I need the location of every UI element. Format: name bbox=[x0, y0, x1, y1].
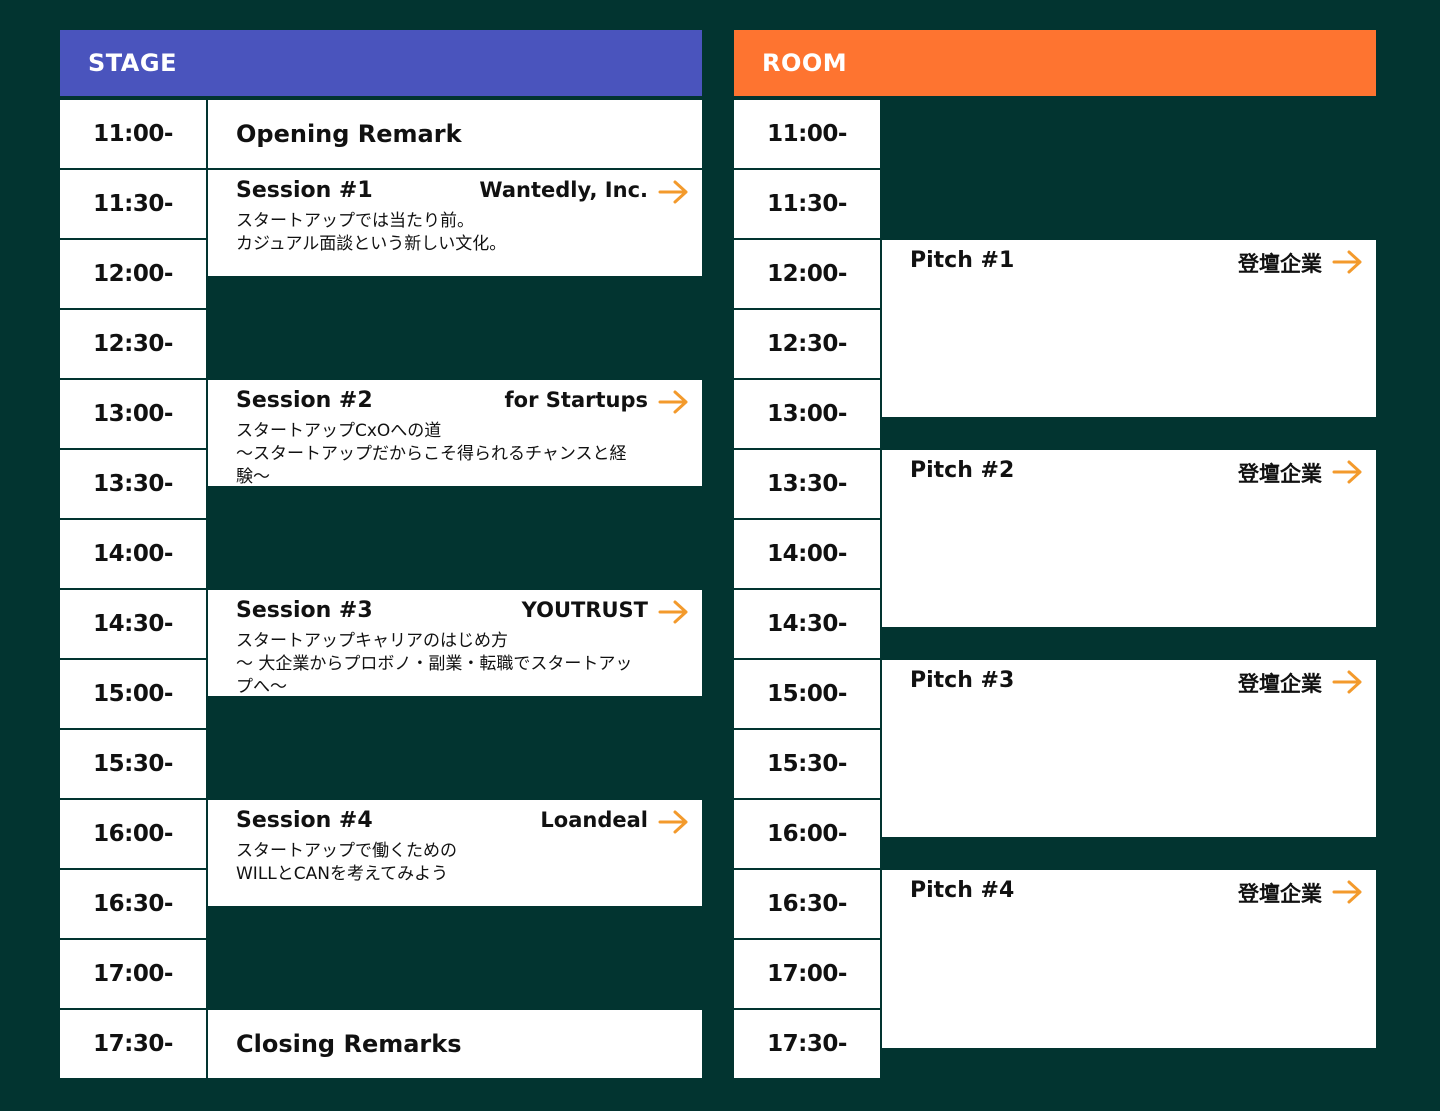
room-time-slot: 15:30- bbox=[734, 730, 880, 798]
arrow-right-icon[interactable] bbox=[658, 179, 690, 205]
stage-time-slot: 16:00- bbox=[60, 800, 206, 868]
pitch-card[interactable]: Pitch #3 登壇企業 bbox=[882, 660, 1376, 837]
session-title: Session #4 bbox=[236, 808, 373, 833]
room-time-slot: 13:30- bbox=[734, 450, 880, 518]
room-time-slot: 16:30- bbox=[734, 870, 880, 938]
room-time-slot: 11:30- bbox=[734, 170, 880, 238]
pitch-title: Pitch #4 bbox=[910, 878, 1015, 903]
stage-time-slot: 11:00- bbox=[60, 100, 206, 168]
arrow-right-icon[interactable] bbox=[1332, 879, 1364, 905]
stage-time-slot: 12:00- bbox=[60, 240, 206, 308]
closing-remarks-title: Closing Remarks bbox=[236, 1030, 462, 1058]
stage-time-slot: 13:30- bbox=[60, 450, 206, 518]
arrow-right-icon[interactable] bbox=[658, 389, 690, 415]
stage-time-slot: 14:00- bbox=[60, 520, 206, 588]
arrow-right-icon[interactable] bbox=[658, 809, 690, 835]
stage-time-slot: 16:30- bbox=[60, 870, 206, 938]
session-company: YOUTRUST bbox=[521, 598, 648, 622]
arrow-right-icon[interactable] bbox=[1332, 459, 1364, 485]
stage-time-slot: 12:30- bbox=[60, 310, 206, 378]
pitch-company: 登壇企業 bbox=[1238, 252, 1322, 276]
room-time-slot: 16:00- bbox=[734, 800, 880, 868]
session-card[interactable]: Session #2 for Startups スタートアップCxOへの道 〜ス… bbox=[208, 380, 702, 486]
pitch-title: Pitch #2 bbox=[910, 458, 1015, 483]
session-description-line: スタートアップキャリアのはじめ方 bbox=[236, 631, 508, 651]
session-card[interactable]: Session #3 YOUTRUST スタートアップキャリアのはじめ方 〜 大… bbox=[208, 590, 702, 696]
pitch-company: 登壇企業 bbox=[1238, 462, 1322, 486]
stage-time-slot: 15:30- bbox=[60, 730, 206, 798]
session-description-line: スタートアップCxOへの道 bbox=[236, 421, 442, 441]
pitch-company: 登壇企業 bbox=[1238, 672, 1322, 696]
stage-time-slot: 11:30- bbox=[60, 170, 206, 238]
room-time-slot: 17:00- bbox=[734, 940, 880, 1008]
session-description-line: 〜スタートアップだからこそ得られるチャンスと経 bbox=[236, 444, 627, 464]
opening-remark-title: Opening Remark bbox=[236, 120, 462, 148]
room-time-slot: 12:30- bbox=[734, 310, 880, 378]
pitch-card[interactable]: Pitch #4 登壇企業 bbox=[882, 870, 1376, 1048]
session-company: for Startups bbox=[504, 388, 648, 412]
session-card[interactable]: Session #4 Loandeal スタートアップで働くための WILLとC… bbox=[208, 800, 702, 906]
stage-header: STAGE bbox=[60, 30, 702, 96]
session-card[interactable]: Session #1 Wantedly, Inc. スタートアップでは当たり前。… bbox=[208, 170, 702, 276]
stage-time-slot: 17:30- bbox=[60, 1010, 206, 1078]
room-time-slot: 14:30- bbox=[734, 590, 880, 658]
opening-remark-block: Opening Remark bbox=[208, 100, 702, 168]
session-description-line: 験〜 bbox=[236, 467, 270, 484]
session-description-line: 〜 大企業からプロボノ・副業・転職でスタートアッ bbox=[236, 654, 633, 674]
session-description: スタートアップで働くための WILLとCANを考えてみよう bbox=[236, 840, 686, 886]
stage-time-slot: 13:00- bbox=[60, 380, 206, 448]
room-time-slot: 17:30- bbox=[734, 1010, 880, 1078]
session-description-line: カジュアル面談という新しい文化。 bbox=[236, 234, 507, 254]
room-time-slot: 12:00- bbox=[734, 240, 880, 308]
pitch-company: 登壇企業 bbox=[1238, 882, 1322, 906]
pitch-title: Pitch #3 bbox=[910, 668, 1015, 693]
room-time-slot: 13:00- bbox=[734, 380, 880, 448]
pitch-card[interactable]: Pitch #2 登壇企業 bbox=[882, 450, 1376, 627]
stage-time-slot: 15:00- bbox=[60, 660, 206, 728]
arrow-right-icon[interactable] bbox=[1332, 249, 1364, 275]
session-description-line: WILLとCANを考えてみよう bbox=[236, 864, 449, 884]
session-description: スタートアップキャリアのはじめ方 〜 大企業からプロボノ・副業・転職でスタートア… bbox=[236, 630, 686, 694]
session-company: Wantedly, Inc. bbox=[479, 178, 648, 202]
closing-remarks-block: Closing Remarks bbox=[208, 1010, 702, 1078]
session-description: スタートアップでは当たり前。 カジュアル面談という新しい文化。 bbox=[236, 210, 686, 256]
arrow-right-icon[interactable] bbox=[1332, 669, 1364, 695]
room-header: ROOM bbox=[734, 30, 1376, 96]
session-description-line: スタートアップでは当たり前。 bbox=[236, 211, 474, 231]
stage-time-slot: 14:30- bbox=[60, 590, 206, 658]
session-description-line: スタートアップで働くための bbox=[236, 841, 457, 861]
session-title: Session #2 bbox=[236, 388, 373, 413]
session-title: Session #3 bbox=[236, 598, 373, 623]
session-company: Loandeal bbox=[540, 808, 648, 832]
room-time-slot: 11:00- bbox=[734, 100, 880, 168]
session-description: スタートアップCxOへの道 〜スタートアップだからこそ得られるチャンスと経 験〜 bbox=[236, 420, 686, 484]
room-time-slot: 15:00- bbox=[734, 660, 880, 728]
room-time-slot: 14:00- bbox=[734, 520, 880, 588]
session-title: Session #1 bbox=[236, 178, 373, 203]
stage-time-slot: 17:00- bbox=[60, 940, 206, 1008]
pitch-title: Pitch #1 bbox=[910, 248, 1015, 273]
pitch-card[interactable]: Pitch #1 登壇企業 bbox=[882, 240, 1376, 417]
arrow-right-icon[interactable] bbox=[658, 599, 690, 625]
session-description-line: プへ〜 bbox=[236, 677, 287, 694]
